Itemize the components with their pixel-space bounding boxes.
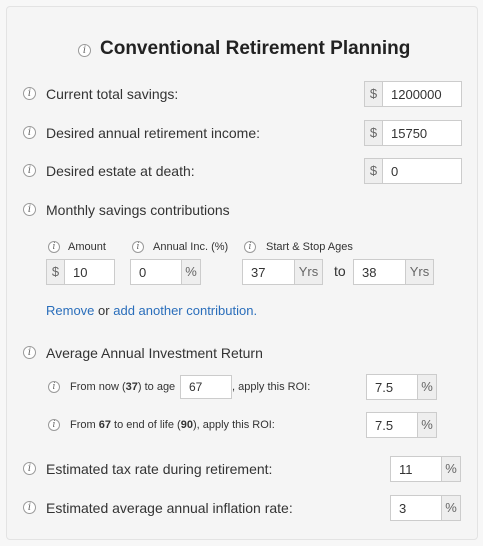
contribution-links: Remove or add another contribution.: [46, 303, 257, 318]
current-savings-info-icon[interactable]: i: [23, 87, 36, 100]
desired-estate-dollar-addon: $: [364, 158, 383, 184]
tax-info-icon[interactable]: i: [23, 462, 36, 475]
contributions-label: Monthly savings contributions: [46, 202, 230, 218]
roi-row1-info-icon[interactable]: i: [48, 381, 60, 393]
roi-row2-percent-addon: %: [417, 412, 437, 438]
roi-row1-percent-addon: %: [417, 374, 437, 400]
roi-row1-post: , apply this ROI:: [232, 381, 311, 393]
inflation-info-icon[interactable]: i: [23, 501, 36, 514]
current-savings-dollar-addon: $: [364, 81, 383, 107]
roi-row2-info-icon[interactable]: i: [48, 419, 60, 431]
roi-label: Average Annual Investment Return: [46, 345, 263, 361]
roi-row2-pre: From: [70, 419, 99, 431]
amount-label: Amount: [68, 241, 106, 253]
roi-row1-text-a: From now (37) to age: [70, 381, 175, 393]
desired-estate-input[interactable]: [382, 158, 462, 184]
add-contribution-link[interactable]: add another contribution: [113, 303, 253, 318]
roi-row2-text: From 67 to end of life (90), apply this …: [70, 419, 275, 431]
start-age-yrs-addon: Yrs: [294, 259, 323, 285]
ages-to-text: to: [334, 263, 346, 279]
roi-info-icon[interactable]: i: [23, 346, 36, 359]
desired-income-dollar-addon: $: [364, 120, 383, 146]
annual-inc-label: Annual Inc. (%): [153, 241, 229, 253]
tax-label: Estimated tax rate during retirement:: [46, 461, 273, 477]
roi-row1-pre: From now (: [70, 381, 126, 393]
stop-age-input[interactable]: [353, 259, 406, 285]
tax-rate-input[interactable]: [390, 456, 442, 482]
roi-row2-input[interactable]: [366, 412, 418, 438]
ages-label: Start & Stop Ages: [266, 241, 353, 253]
stop-age-yrs-addon: Yrs: [405, 259, 434, 285]
page-title: Conventional Retirement Planning: [100, 38, 411, 59]
amount-info-icon[interactable]: i: [48, 241, 60, 253]
desired-estate-label: Desired estate at death:: [46, 163, 195, 179]
roi-row1-mid: ) to age: [137, 381, 176, 393]
annual-inc-input[interactable]: [130, 259, 182, 285]
roi-until-age-input[interactable]: [180, 375, 232, 399]
title-info-icon[interactable]: i: [78, 44, 91, 57]
roi-row2-post: ), apply this ROI:: [192, 419, 275, 431]
start-age-input[interactable]: [242, 259, 295, 285]
roi-row1-input[interactable]: [366, 374, 418, 400]
inflation-rate-input[interactable]: [390, 495, 442, 521]
roi-row2-age-end: 90: [180, 419, 193, 431]
desired-income-label: Desired annual retirement income:: [46, 125, 260, 141]
desired-income-input[interactable]: [382, 120, 462, 146]
tax-percent-addon: %: [441, 456, 461, 482]
add-contribution-period: .: [253, 303, 258, 318]
contributions-info-icon[interactable]: i: [23, 203, 36, 216]
desired-estate-info-icon[interactable]: i: [23, 164, 36, 177]
remove-contribution-link[interactable]: Remove: [46, 303, 94, 318]
current-savings-input[interactable]: [382, 81, 462, 107]
ages-info-icon[interactable]: i: [244, 241, 256, 253]
amount-input[interactable]: [64, 259, 115, 285]
annual-inc-percent-addon: %: [181, 259, 201, 285]
desired-income-info-icon[interactable]: i: [23, 126, 36, 139]
or-text: or: [98, 303, 110, 318]
annual-inc-info-icon[interactable]: i: [132, 241, 144, 253]
amount-dollar-addon: $: [46, 259, 65, 285]
inflation-percent-addon: %: [441, 495, 461, 521]
roi-row2-mid: to end of life (: [110, 419, 181, 431]
roi-row2-age-from: 67: [98, 419, 111, 431]
roi-row1-age-now: 37: [125, 381, 138, 393]
current-savings-label: Current total savings:: [46, 86, 179, 102]
inflation-label: Estimated average annual inflation rate:: [46, 500, 293, 516]
